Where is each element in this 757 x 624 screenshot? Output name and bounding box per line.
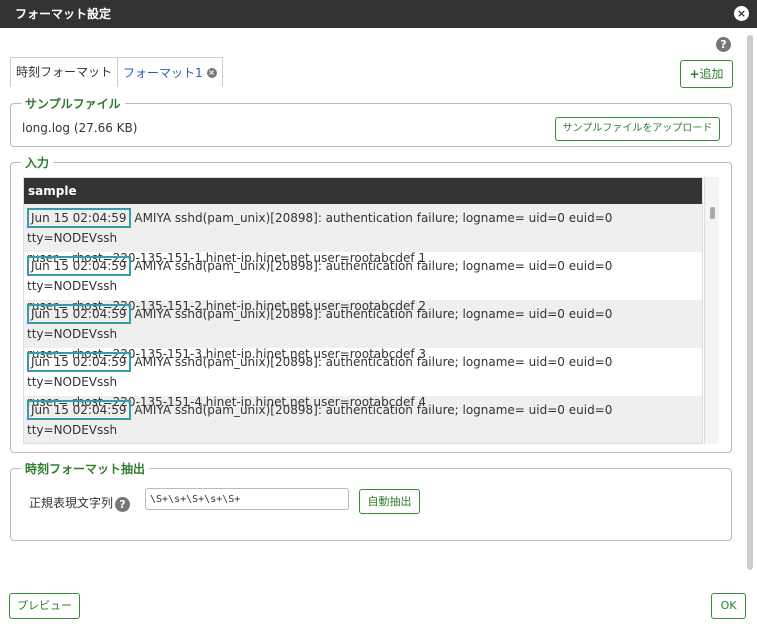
- ok-button[interactable]: OK: [711, 593, 746, 619]
- dialog-title: フォーマット設定: [0, 0, 757, 28]
- table-row[interactable]: Jun 15 02:04:59 AMIYA sshd(pam_unix)[208…: [24, 300, 702, 361]
- dialog-scrollbar-thumb[interactable]: [747, 35, 753, 570]
- tab-format-1[interactable]: フォーマット1 ×: [118, 57, 223, 87]
- dialog-scrollbar[interactable]: [746, 35, 754, 590]
- table-row[interactable]: Jun 15 02:04:59 AMIYA sshd(pam_unix)[208…: [24, 252, 702, 313]
- table-scrollbar-thumb[interactable]: [710, 207, 715, 219]
- table-row[interactable]: Jun 15 02:04:59 AMIYA sshd(pam_unix)[208…: [24, 396, 702, 443]
- close-icon[interactable]: ×: [734, 6, 749, 21]
- timestamp-highlight: Jun 15 02:04:59: [27, 304, 131, 324]
- table-row[interactable]: Jun 15 02:04:59 AMIYA sshd(pam_unix)[208…: [24, 348, 702, 409]
- add-button-label: 追加: [699, 67, 724, 81]
- plus-icon: +: [689, 67, 700, 81]
- format-tabs: 時刻フォーマット フォーマット1 ×: [10, 57, 223, 87]
- sample-file-legend: サンプルファイル: [25, 97, 121, 111]
- regex-input[interactable]: [145, 488, 349, 510]
- input-legend: 入力: [25, 156, 50, 170]
- help-icon[interactable]: ?: [716, 37, 731, 52]
- format-settings-dialog: フォーマット設定 × ? 時刻フォーマット フォーマット1 × +追加 サンプル…: [0, 0, 757, 624]
- column-header-sample: sample: [24, 178, 702, 204]
- regex-label: 正規表現文字列: [29, 496, 114, 510]
- tab-time-format[interactable]: 時刻フォーマット: [10, 57, 119, 87]
- timestamp-highlight: Jun 15 02:04:59: [27, 352, 131, 372]
- auto-extract-button[interactable]: 自動抽出: [359, 489, 420, 514]
- sample-table: sample Jun 15 02:04:59 AMIYA sshd(pam_un…: [23, 177, 703, 444]
- table-row[interactable]: Jun 15 02:04:59 AMIYA sshd(pam_unix)[208…: [24, 204, 702, 265]
- upload-sample-button[interactable]: サンプルファイルをアップロード: [555, 117, 720, 141]
- extract-legend: 時刻フォーマット抽出: [25, 462, 146, 476]
- regex-help-icon[interactable]: ?: [115, 497, 130, 512]
- add-button[interactable]: +追加: [680, 60, 733, 88]
- sample-filename: long.log (27.66 KB): [22, 121, 138, 135]
- log-text-line2: ruser= rhost=220-135-151-5.hinet-ip.hine…: [27, 440, 698, 443]
- timestamp-highlight: Jun 15 02:04:59: [27, 256, 131, 276]
- table-scrollbar[interactable]: [704, 177, 719, 444]
- timestamp-highlight: Jun 15 02:04:59: [27, 400, 131, 420]
- timestamp-highlight: Jun 15 02:04:59: [27, 208, 131, 228]
- tab-format-1-label: フォーマット1: [123, 65, 203, 80]
- preview-button[interactable]: プレビュー: [9, 593, 80, 619]
- tab-close-icon[interactable]: ×: [206, 67, 217, 78]
